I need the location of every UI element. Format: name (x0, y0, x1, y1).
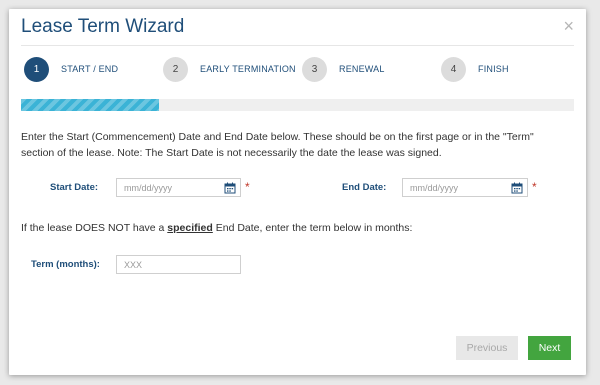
lease-term-wizard-dialog: Lease Term Wizard × 1 START / END 2 EARL… (9, 9, 586, 375)
term-months-label: Term (months): (31, 259, 100, 270)
end-date-placeholder: mm/dd/yyyy (410, 182, 459, 193)
start-date-required-mark: * (245, 180, 250, 194)
step-finish[interactable]: 4 FINISH (441, 56, 509, 82)
close-icon[interactable]: × (563, 17, 574, 35)
start-date-placeholder: mm/dd/yyyy (124, 182, 173, 193)
instructions-text: Enter the Start (Commencement) Date and … (21, 131, 534, 159)
step-label: RENEWAL (339, 64, 385, 74)
progress-bar (21, 99, 574, 111)
start-date-input[interactable]: mm/dd/yyyy (116, 178, 241, 197)
dialog-title: Lease Term Wizard (21, 16, 185, 37)
end-date-required-mark: * (532, 180, 537, 194)
step-renewal[interactable]: 3 RENEWAL (302, 56, 385, 82)
end-date-label: End Date: (342, 182, 387, 193)
step-number-badge: 3 (302, 56, 327, 82)
end-date-input[interactable]: mm/dd/yyyy (402, 178, 528, 197)
step-start-end[interactable]: 1 START / END (24, 56, 118, 82)
previous-button[interactable]: Previous (456, 336, 518, 360)
step-label: FINISH (478, 64, 509, 74)
start-date-label: Start Date: (50, 182, 99, 193)
step-label: START / END (61, 64, 119, 74)
term-instruction: If the lease DOES NOT have a specified E… (21, 222, 412, 234)
step-number-badge: 4 (441, 56, 466, 82)
term-months-placeholder: XXX (124, 259, 143, 270)
next-button[interactable]: Next (528, 336, 571, 360)
calendar-icon[interactable] (224, 182, 236, 194)
specified-emphasis: specified (167, 222, 213, 234)
term-instruction-start: If the lease DOES NOT have a (21, 222, 168, 234)
term-months-input[interactable]: XXX (116, 255, 241, 274)
step-early-termination[interactable]: 2 EARLY TERMINATION (163, 56, 296, 82)
step-number-badge: 1 (24, 56, 49, 82)
term-instruction-end: End Date, enter the term below in months… (212, 222, 413, 234)
progress-bar-fill (21, 99, 160, 111)
step-label: EARLY TERMINATION (200, 64, 296, 74)
step-number-badge: 2 (163, 56, 188, 82)
title-divider (21, 45, 574, 46)
calendar-icon[interactable] (511, 182, 523, 194)
